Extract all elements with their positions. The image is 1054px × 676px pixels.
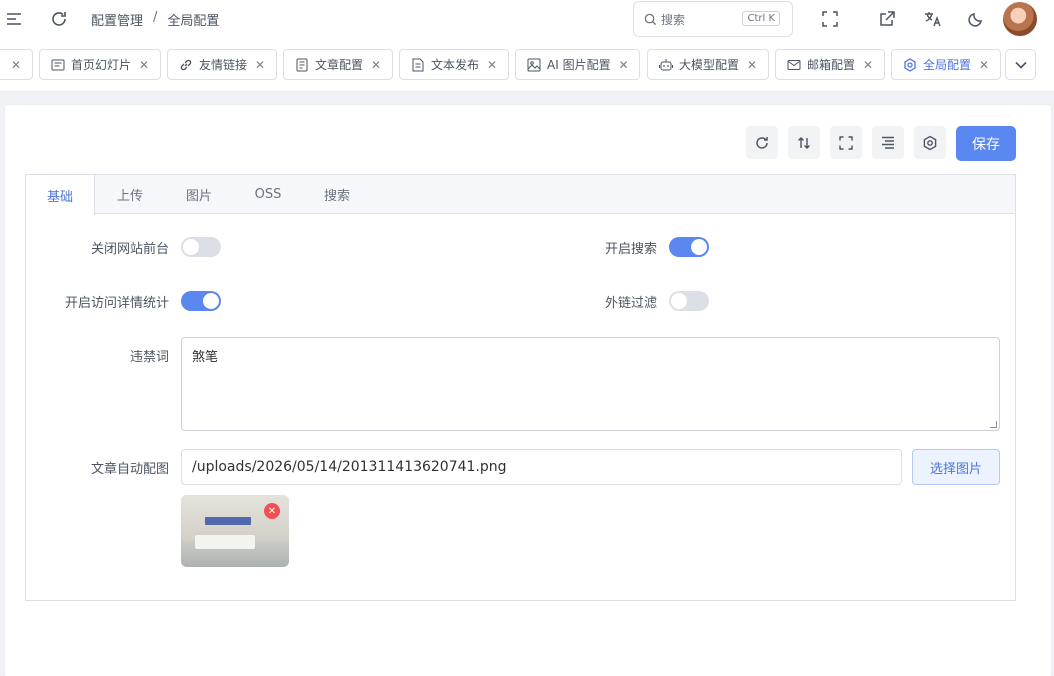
close-icon[interactable]: ✕	[863, 58, 873, 72]
refresh-button[interactable]	[746, 126, 778, 159]
external-link-icon[interactable]	[877, 9, 897, 29]
image-preview: ✕	[181, 495, 289, 567]
link-filter-label: 外链过滤	[604, 296, 657, 311]
config-tabs-header: 基础 上传 图片 OSS 搜索	[26, 175, 1015, 215]
search-input[interactable]: 搜索 Ctrl K	[633, 1, 793, 37]
tabs-bar: ✕ 首页幻灯片 ✕ 友情链接 ✕ 文章配置 ✕ 文本发布 ✕ AI 图片配置 ✕…	[0, 38, 1054, 92]
breadcrumb-current: 全局配置	[167, 14, 220, 29]
search-enable-switch[interactable]	[669, 237, 709, 257]
refresh-icon	[756, 136, 768, 149]
dark-mode-icon[interactable]	[966, 9, 986, 29]
refresh-icon[interactable]	[48, 8, 70, 30]
tab-mail-config[interactable]: 邮箱配置 ✕	[775, 49, 885, 80]
close-icon[interactable]: ✕	[619, 58, 629, 72]
menu-toggle-icon[interactable]	[4, 9, 24, 29]
visit-stats-label: 开启访问详情统计	[64, 296, 169, 311]
auto-image-value: /uploads/2026/05/14/201311413620741.png	[192, 459, 507, 475]
top-header: 配置管理 / 全局配置 搜索 Ctrl K	[0, 0, 1054, 38]
search-enable-label: 开启搜索	[604, 242, 657, 257]
close-icon[interactable]: ✕	[11, 58, 21, 72]
document-icon	[296, 58, 308, 71]
tab-label: 大模型配置	[679, 58, 740, 72]
mail-icon	[787, 59, 801, 70]
fullscreen-icon	[839, 135, 853, 150]
density-button[interactable]	[872, 126, 904, 159]
auto-image-label: 文章自动配图	[90, 462, 169, 477]
close-icon[interactable]: ✕	[139, 58, 149, 72]
file-text-icon	[412, 58, 424, 71]
tab-label: 文章配置	[315, 58, 364, 72]
close-site-switch[interactable]	[181, 237, 221, 257]
breadcrumb-parent[interactable]: 配置管理	[91, 10, 143, 29]
auto-image-input[interactable]: /uploads/2026/05/14/201311413620741.png	[181, 449, 902, 485]
close-icon[interactable]: ✕	[255, 58, 265, 72]
search-placeholder: 搜索	[661, 12, 686, 27]
tab-label: 友情链接	[199, 58, 248, 72]
banned-words-label: 违禁词	[129, 350, 169, 365]
image-icon	[527, 58, 541, 71]
tab-prev-close[interactable]: ✕	[0, 49, 33, 80]
tab-article-config[interactable]: 文章配置 ✕	[283, 49, 393, 80]
visit-stats-switch[interactable]	[181, 291, 221, 311]
tab-links[interactable]: 友情链接 ✕	[167, 49, 277, 80]
banned-words-textarea[interactable]: 煞笔	[181, 337, 1000, 431]
tab-global-config[interactable]: 全局配置 ✕	[891, 49, 1001, 80]
tab-label: 邮箱配置	[807, 58, 856, 72]
tabs-more-button[interactable]	[1005, 49, 1036, 80]
gear-icon	[904, 57, 916, 72]
sort-icon	[798, 136, 810, 149]
resize-handle[interactable]	[990, 421, 997, 428]
tab-oss[interactable]: OSS	[236, 175, 300, 214]
tab-text-publish[interactable]: 文本发布 ✕	[399, 49, 509, 80]
search-icon	[644, 13, 657, 25]
close-site-label: 关闭网站前台	[90, 242, 169, 257]
sort-button[interactable]	[788, 126, 820, 159]
gear-icon	[923, 135, 937, 150]
close-icon[interactable]: ✕	[747, 58, 757, 72]
breadcrumb: 配置管理 / 全局配置	[91, 10, 219, 29]
fullscreen-button[interactable]	[830, 126, 862, 159]
avatar[interactable]	[1003, 2, 1037, 36]
tab-upload[interactable]: 上传	[98, 175, 162, 214]
tab-slides[interactable]: 首页幻灯片 ✕	[39, 49, 161, 80]
tab-llm-config[interactable]: 大模型配置 ✕	[647, 49, 769, 80]
tab-search[interactable]: 搜索	[305, 175, 369, 214]
tab-ai-image-config[interactable]: AI 图片配置 ✕	[515, 49, 640, 80]
robot-icon	[659, 58, 673, 70]
align-icon	[882, 136, 894, 149]
tab-label: AI 图片配置	[547, 58, 611, 72]
select-image-button[interactable]: 选择图片	[912, 449, 1000, 485]
breadcrumb-separator: /	[153, 10, 158, 25]
tab-label: 文本发布	[431, 58, 480, 72]
search-shortcut: Ctrl K	[742, 11, 780, 26]
close-icon[interactable]: ✕	[371, 58, 381, 72]
tab-image[interactable]: 图片	[167, 175, 231, 214]
banned-words-value: 煞笔	[192, 350, 219, 365]
tab-basic[interactable]: 基础	[26, 175, 95, 215]
translate-icon[interactable]	[922, 9, 944, 29]
save-button[interactable]: 保存	[956, 126, 1016, 161]
remove-image-button[interactable]: ✕	[264, 503, 280, 519]
close-icon[interactable]: ✕	[979, 58, 989, 72]
tab-label: 全局配置	[923, 58, 972, 72]
tab-label: 首页幻灯片	[71, 58, 132, 72]
settings-button[interactable]	[914, 126, 946, 159]
chevron-down-icon	[1014, 61, 1027, 69]
slides-icon	[51, 59, 65, 70]
link-filter-switch[interactable]	[669, 291, 709, 311]
fullscreen-icon[interactable]	[820, 9, 840, 29]
link-icon	[180, 59, 192, 70]
close-icon[interactable]: ✕	[487, 58, 497, 72]
